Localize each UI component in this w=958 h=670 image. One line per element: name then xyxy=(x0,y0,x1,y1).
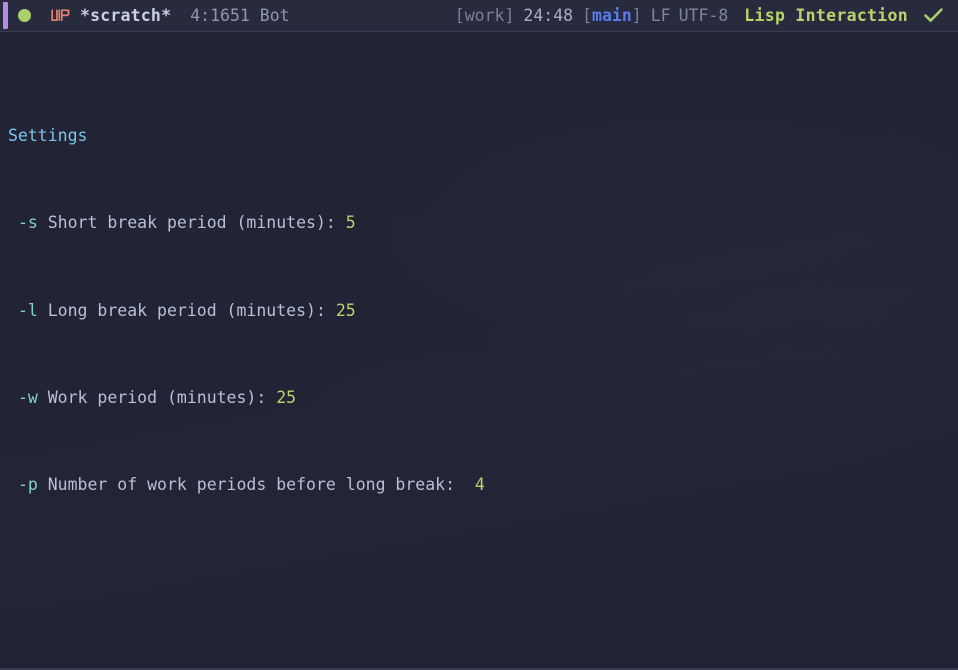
lisp-logo-icon xyxy=(50,7,71,25)
encoding-indicator[interactable]: UTF-8 xyxy=(679,5,729,27)
setting-flag: -l xyxy=(17,300,38,320)
setting-value[interactable]: 25 xyxy=(276,388,296,407)
setting-flag: -w xyxy=(17,387,38,407)
setting-value[interactable]: 25 xyxy=(336,301,356,320)
branch-bracket-open: [ xyxy=(582,5,593,25)
setting-label: Short break period (minutes): xyxy=(47,213,336,233)
buffer-name[interactable]: *scratch* xyxy=(80,5,171,27)
emacs-window: *scratch* 4:1651 Bot [work] 24:48 [main]… xyxy=(0,0,958,670)
setting-label: Long break period (minutes): xyxy=(47,300,326,320)
clock: 24:48 xyxy=(523,5,574,25)
vc-branch[interactable]: [main] xyxy=(582,5,642,27)
setting-label: Number of work periods before long break… xyxy=(47,474,456,494)
eol-indicator[interactable]: LF xyxy=(651,5,671,27)
setting-row-periods-before-long-break[interactable]: -p Number of work periods before long br… xyxy=(0,474,958,496)
setting-row-short-break[interactable]: -s Short break period (minutes): 5 xyxy=(0,212,958,234)
setting-value[interactable]: 5 xyxy=(346,213,356,232)
buffer-content: Settings -s Short break period (minutes)… xyxy=(0,32,958,670)
mode-line: *scratch* 4:1651 Bot [work] 24:48 [main]… xyxy=(0,0,958,32)
checkmark-icon xyxy=(923,7,944,24)
settings-heading: Settings xyxy=(8,126,88,146)
branch-name: main xyxy=(592,5,632,25)
branch-bracket-close: ] xyxy=(631,5,642,25)
setting-row-work-period[interactable]: -w Work period (minutes): 25 xyxy=(0,387,958,409)
setting-row-long-break[interactable]: -l Long break period (minutes): 25 xyxy=(0,300,958,322)
setting-label: Work period (minutes): xyxy=(47,387,267,407)
setting-flag: -p xyxy=(17,474,38,494)
buffer-status-dot xyxy=(18,9,31,22)
project-name[interactable]: [work] xyxy=(455,5,515,27)
modeline-accent-bar xyxy=(3,2,8,29)
cursor-position: 4:1651 Bot xyxy=(190,5,290,25)
setting-value[interactable]: 4 xyxy=(475,475,485,494)
setting-flag: -s xyxy=(17,213,38,233)
major-mode[interactable]: Lisp Interaction xyxy=(744,5,908,27)
